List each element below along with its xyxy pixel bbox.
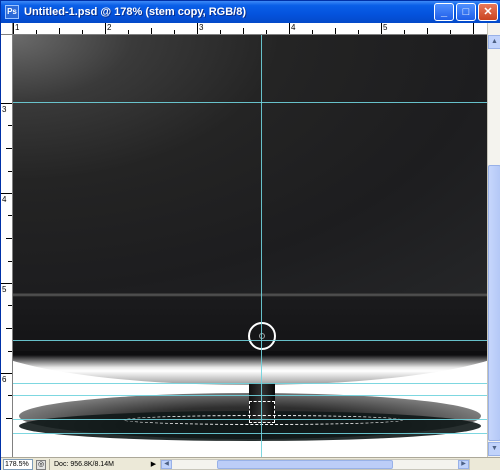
scroll-right-button[interactable]: ▶ bbox=[458, 460, 469, 469]
ruler-tick bbox=[266, 30, 267, 34]
ruler-tick bbox=[243, 28, 244, 34]
ruler-tick bbox=[1, 283, 12, 284]
ruler-tick bbox=[151, 28, 152, 34]
ruler-tick bbox=[8, 215, 12, 216]
maximize-button[interactable]: □ bbox=[456, 3, 476, 21]
horizontal-guide[interactable] bbox=[13, 383, 487, 384]
ruler-tick bbox=[473, 23, 474, 34]
ruler-tick bbox=[358, 30, 359, 34]
horizontal-ruler[interactable]: 1 2 3 4 5 bbox=[13, 23, 487, 35]
ruler-number: 4 bbox=[2, 195, 7, 204]
ruler-tick bbox=[404, 30, 405, 34]
ruler-tick bbox=[105, 23, 106, 34]
ruler-tick bbox=[82, 30, 83, 34]
photoshop-document-window: Ps Untitled-1.psd @ 178% (stem copy, RGB… bbox=[0, 0, 500, 470]
horizontal-guide[interactable] bbox=[13, 419, 487, 420]
vertical-ruler[interactable]: 3 4 5 6 bbox=[1, 35, 13, 457]
ruler-number: 6 bbox=[2, 375, 7, 384]
ruler-number: 5 bbox=[383, 23, 388, 32]
scroll-left-button[interactable]: ◀ bbox=[161, 460, 172, 469]
ruler-tick bbox=[13, 23, 14, 34]
scroll-down-button[interactable]: ▼ bbox=[488, 442, 500, 456]
status-bar: 178.5% ◎ Doc: 956.8K/8.14M ▶ ◀ ▶ bbox=[1, 457, 500, 470]
vertical-scroll-thumb[interactable] bbox=[488, 165, 500, 441]
status-navigator-icon[interactable]: ◎ bbox=[36, 459, 46, 470]
scroll-up-button[interactable]: ▲ bbox=[488, 35, 500, 49]
power-button-icon bbox=[248, 322, 276, 350]
ruler-tick bbox=[289, 23, 290, 34]
ruler-number: 5 bbox=[2, 285, 7, 294]
horizontal-scrollbar[interactable]: ◀ ▶ bbox=[160, 459, 470, 470]
vertical-scrollbar[interactable]: ▲ ▼ bbox=[487, 23, 500, 457]
minimize-button[interactable]: _ bbox=[434, 3, 454, 21]
base-selection-marquee[interactable] bbox=[123, 415, 403, 425]
status-menu-arrow-icon[interactable]: ▶ bbox=[149, 459, 158, 470]
ruler-tick bbox=[6, 418, 12, 419]
horizontal-guide[interactable] bbox=[13, 102, 487, 103]
ruler-tick bbox=[6, 148, 12, 149]
ruler-tick bbox=[312, 30, 313, 34]
ruler-tick bbox=[220, 30, 221, 34]
horizontal-guide[interactable] bbox=[13, 340, 487, 341]
ruler-tick bbox=[8, 305, 12, 306]
ruler-tick bbox=[8, 171, 12, 172]
horizontal-guide[interactable] bbox=[13, 433, 487, 434]
photoshop-icon: Ps bbox=[5, 5, 19, 19]
ruler-tick bbox=[8, 395, 12, 396]
horizontal-scroll-thumb[interactable] bbox=[217, 460, 393, 469]
ruler-tick bbox=[1, 373, 12, 374]
ruler-tick bbox=[335, 28, 336, 34]
ruler-number: 2 bbox=[107, 23, 112, 32]
ruler-tick bbox=[59, 28, 60, 34]
tv-screen bbox=[13, 35, 487, 293]
ruler-tick bbox=[197, 23, 198, 34]
ruler-number: 3 bbox=[2, 105, 7, 114]
ruler-tick bbox=[128, 30, 129, 34]
ruler-tick bbox=[6, 328, 12, 329]
ruler-tick bbox=[1, 193, 12, 194]
ruler-origin[interactable] bbox=[1, 23, 13, 35]
ruler-tick bbox=[1, 103, 12, 104]
horizontal-guide[interactable] bbox=[13, 395, 487, 396]
ruler-tick bbox=[8, 125, 12, 126]
ruler-number: 3 bbox=[199, 23, 204, 32]
ruler-tick bbox=[36, 30, 37, 34]
ruler-tick bbox=[427, 28, 428, 34]
vertical-guide[interactable] bbox=[261, 35, 262, 457]
ruler-tick bbox=[381, 23, 382, 34]
ruler-tick bbox=[6, 238, 12, 239]
window-title: Untitled-1.psd @ 178% (stem copy, RGB/8) bbox=[24, 6, 247, 18]
ruler-tick bbox=[450, 30, 451, 34]
power-indicator bbox=[259, 333, 265, 339]
zoom-level-field[interactable]: 178.5% bbox=[3, 459, 33, 470]
ruler-tick bbox=[174, 30, 175, 34]
window-controls: _ □ ✕ bbox=[434, 3, 498, 21]
document-canvas[interactable] bbox=[13, 35, 487, 457]
ruler-number: 1 bbox=[15, 23, 20, 32]
close-button[interactable]: ✕ bbox=[478, 3, 498, 21]
ruler-tick bbox=[8, 261, 12, 262]
ruler-tick bbox=[8, 351, 12, 352]
ruler-number: 4 bbox=[291, 23, 296, 32]
title-bar[interactable]: Ps Untitled-1.psd @ 178% (stem copy, RGB… bbox=[1, 1, 500, 23]
document-size-info: Doc: 956.8K/8.14M bbox=[49, 459, 147, 470]
